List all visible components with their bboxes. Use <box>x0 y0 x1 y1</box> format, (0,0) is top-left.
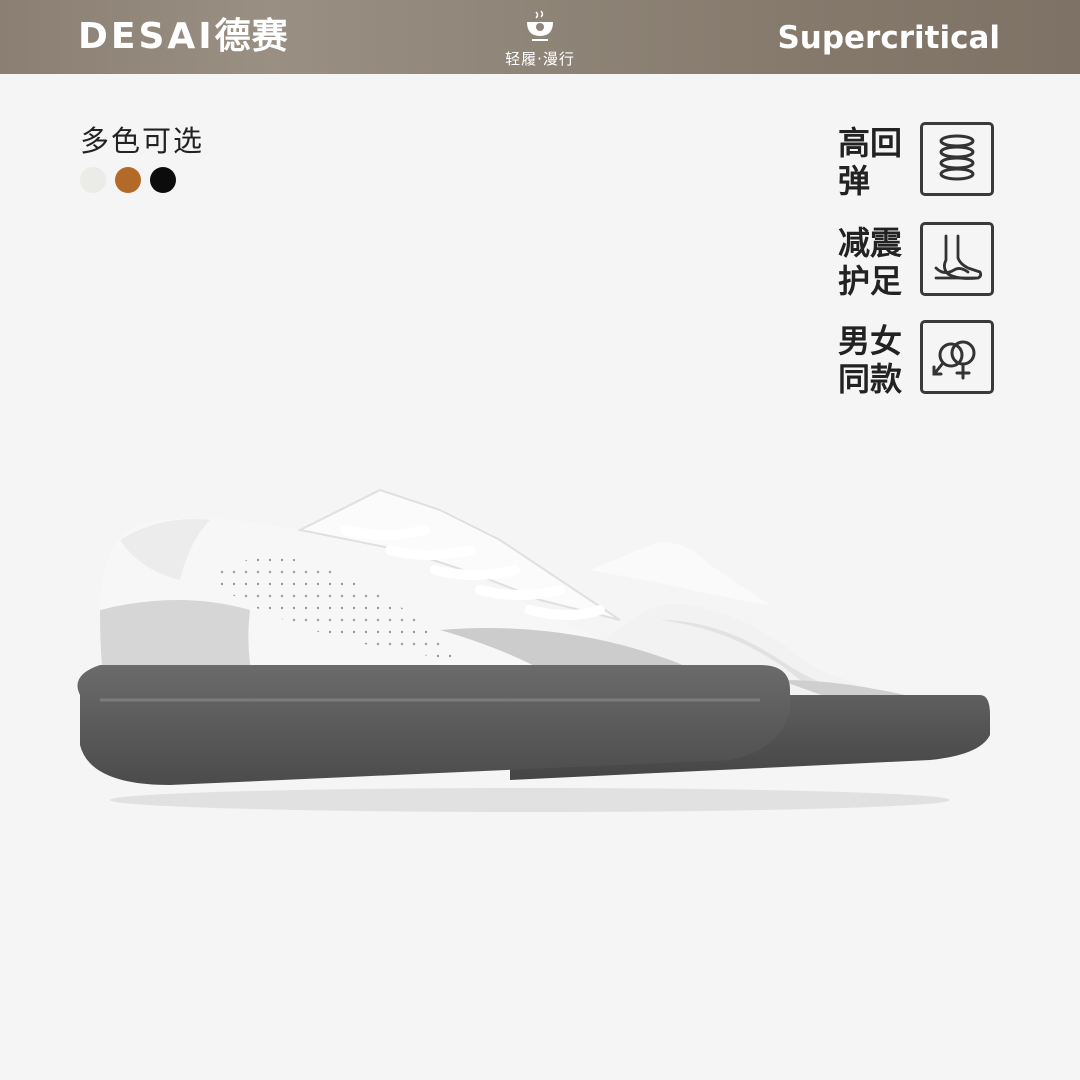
brand-logo: DESAI德赛 <box>78 14 289 60</box>
foot-icon <box>934 234 983 280</box>
slogan-logo: 轻履·漫行 <box>490 10 590 69</box>
feature-rebound: 高回弹 <box>838 122 998 200</box>
feature-shock: 减震 护足 <box>838 222 998 300</box>
feature-icon-box <box>920 320 994 394</box>
swatch-white[interactable] <box>80 167 106 193</box>
spring-icon <box>939 134 975 181</box>
color-swatches <box>80 167 176 193</box>
slogan-text: 轻履·漫行 <box>505 50 575 68</box>
colors-title: 多色可选 <box>80 124 205 158</box>
shadow <box>110 788 950 812</box>
feature-label: 减震 护足 <box>838 224 912 300</box>
teacup-icon <box>527 10 553 41</box>
feature-label-line2: 同款 <box>838 360 903 398</box>
feature-label-line1: 减震 <box>838 224 903 262</box>
brand-cn: 德赛 <box>214 16 289 57</box>
feature-label-line1: 男女 <box>838 322 903 360</box>
brand-latin: DESAI <box>78 16 215 57</box>
swatch-black[interactable] <box>150 167 176 193</box>
feature-label: 高回弹 <box>838 124 912 200</box>
header-banner: DESAI德赛 轻履·漫行 Supercritical <box>0 0 1080 74</box>
feature-label-line2: 护足 <box>838 262 903 300</box>
series-title: Supercritical <box>777 20 1000 56</box>
feature-unisex: 男女 同款 <box>838 320 998 398</box>
white-sneakers-pair-image <box>77 488 990 812</box>
gender-icon <box>932 340 976 380</box>
feature-label-line1: 高回 <box>838 124 903 162</box>
feature-label: 男女 同款 <box>838 322 912 398</box>
swatch-brown[interactable] <box>115 167 141 193</box>
feature-label-line2: 弹 <box>838 162 871 200</box>
feature-icon-box <box>920 222 994 296</box>
feature-icon-box <box>920 122 994 196</box>
